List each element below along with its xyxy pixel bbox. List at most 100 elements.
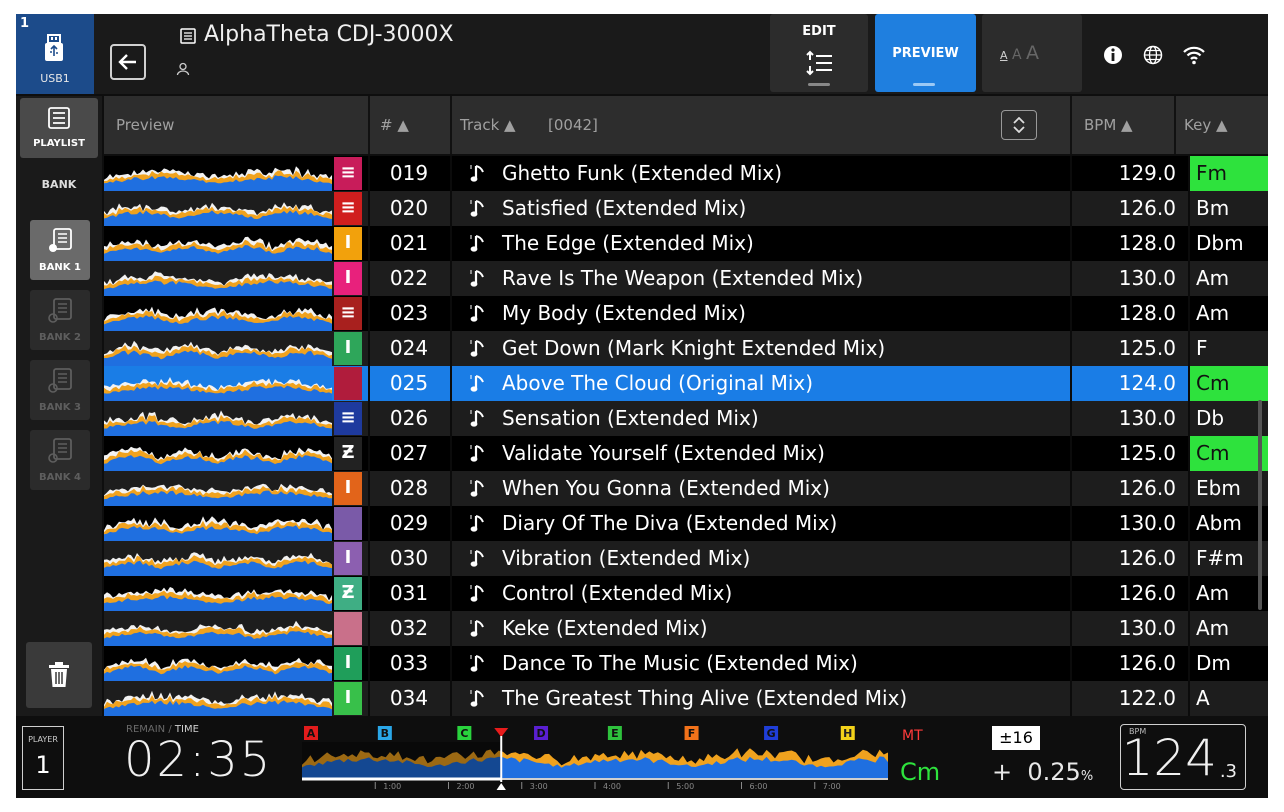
column-divider <box>1070 541 1072 576</box>
column-divider <box>1070 226 1072 261</box>
track-bpm: 122.0 <box>1118 686 1176 710</box>
playlist-button[interactable]: PLAYLIST <box>20 98 98 158</box>
edit-label: EDIT <box>802 24 836 39</box>
column-divider <box>368 331 370 366</box>
time-tick-label: 3:00 <box>530 782 548 790</box>
sort-toggle-button[interactable] <box>1001 110 1037 140</box>
album-artwork: I <box>334 332 362 365</box>
waveform-preview[interactable] <box>104 611 332 646</box>
waveform-graphic <box>104 236 332 261</box>
waveform-preview[interactable] <box>104 401 332 436</box>
bank-2-button[interactable]: BANK 2 <box>30 290 90 350</box>
edit-button[interactable]: EDIT <box>770 14 868 92</box>
column-divider <box>1070 436 1072 471</box>
track-row[interactable]: 029 Diary Of The Diva (Extended Mix) 130.0… <box>104 506 1268 541</box>
tempo-range-badge[interactable]: ±16 <box>992 726 1040 750</box>
track-number: 029 <box>389 511 429 535</box>
waveform-preview[interactable] <box>104 541 332 576</box>
track-overview-waveform[interactable]: 1:00 2:00 3:00 4:00 5:00 6:00 7:00 A B C D E F G H <box>302 724 888 790</box>
preview-indicator <box>913 83 935 86</box>
waveform-preview[interactable] <box>104 436 332 471</box>
waveform-preview[interactable] <box>104 156 332 191</box>
music-note-icon <box>470 410 484 427</box>
master-tempo-label[interactable]: MT <box>902 728 923 744</box>
track-row[interactable]: I 022 Rave Is The Weapon (Extended Mix) 130… <box>104 261 1268 296</box>
track-number: 020 <box>389 196 429 220</box>
wifi-icon[interactable] <box>1182 45 1206 65</box>
column-divider <box>1070 156 1072 191</box>
column-divider <box>450 541 452 576</box>
track-row[interactable]: Ƶ 031 Control (Extended Mix) 126.0 Am <box>104 576 1268 611</box>
time-tick-label: 7:00 <box>823 782 841 790</box>
column-divider <box>1188 156 1190 191</box>
music-note-icon <box>470 480 484 497</box>
music-note-icon <box>470 270 484 287</box>
bank-3-button[interactable]: BANK 3 <box>30 360 90 420</box>
bank-label: BANK 1 <box>39 262 81 273</box>
column-divider <box>1188 506 1190 541</box>
waveform-preview[interactable] <box>104 226 332 261</box>
font-size-icon: A A A <box>1000 42 1040 64</box>
bpm-column-header[interactable]: BPM ▲ <box>1084 96 1133 154</box>
waveform-preview[interactable] <box>104 296 332 331</box>
delete-button[interactable] <box>26 642 92 708</box>
waveform-preview[interactable] <box>104 331 332 366</box>
track-row[interactable]: ≡ 026 Sensation (Extended Mix) 130.0 Db <box>104 401 1268 436</box>
column-divider <box>450 226 452 261</box>
font-size-button[interactable]: A A A <box>982 14 1082 92</box>
track-title: Dance To The Music (Extended Mix) <box>502 651 858 675</box>
bank-1-button[interactable]: BANK 1 <box>30 220 90 280</box>
waveform-preview[interactable] <box>104 261 332 296</box>
waveform-graphic <box>104 202 332 226</box>
column-divider <box>450 436 452 471</box>
column-divider <box>450 471 452 506</box>
track-column-header[interactable]: Track ▲ <box>460 96 516 154</box>
column-divider <box>368 646 370 681</box>
bpm-integer: 124 <box>1121 729 1217 787</box>
back-button[interactable] <box>110 44 146 80</box>
track-bpm: 125.0 <box>1118 441 1176 465</box>
track-title: My Body (Extended Mix) <box>502 301 746 325</box>
waveform-graphic <box>104 340 332 366</box>
preview-button[interactable]: PREVIEW <box>875 14 976 92</box>
track-row[interactable]: I 033 Dance To The Music (Extended Mix) 126… <box>104 646 1268 681</box>
key-column-header[interactable]: Key ▲ <box>1184 96 1228 154</box>
waveform-preview[interactable] <box>104 506 332 541</box>
column-divider <box>368 576 370 611</box>
waveform-graphic <box>104 690 332 716</box>
scrollbar[interactable] <box>1258 400 1262 610</box>
track-row[interactable]: I 021 The Edge (Extended Mix) 128.0 Dbm <box>104 226 1268 261</box>
track-bpm: 130.0 <box>1118 616 1176 640</box>
waveform-preview[interactable] <box>104 681 332 716</box>
waveform-preview[interactable] <box>104 191 332 226</box>
waveform-preview[interactable] <box>104 646 332 681</box>
track-key: Am <box>1196 301 1230 325</box>
track-row[interactable]: I 028 When You Gonna (Extended Mix) 126.0 Eb… <box>104 471 1268 506</box>
info-icon[interactable] <box>1103 45 1123 65</box>
track-row[interactable]: I 034 The Greatest Thing Alive (Extended M… <box>104 681 1268 716</box>
track-row[interactable]: I 030 Vibration (Extended Mix) 126.0 F#m <box>104 541 1268 576</box>
preview-column-header[interactable]: Preview <box>116 96 174 154</box>
waveform-preview[interactable] <box>104 576 332 611</box>
track-row[interactable]: 025 Above The Cloud (Original Mix) 124.0 Cm <box>104 366 1268 401</box>
hot-cue-label: G <box>767 727 776 740</box>
track-title: Above The Cloud (Original Mix) <box>502 371 814 395</box>
waveform-preview[interactable] <box>104 471 332 506</box>
bank-4-button[interactable]: BANK 4 <box>30 430 90 490</box>
column-divider <box>368 261 370 296</box>
top-bar: 1 USB1 AlphaTheta CDJ-3000X EDIT PREVIEW… <box>16 14 1268 94</box>
column-divider <box>1188 681 1190 716</box>
globe-icon[interactable] <box>1143 45 1163 65</box>
usb-source-button[interactable]: 1 USB1 <box>16 14 94 94</box>
track-row[interactable]: 032 Keke (Extended Mix) 130.0 Am <box>104 611 1268 646</box>
track-key: Dbm <box>1196 231 1244 255</box>
track-number: 027 <box>389 441 429 465</box>
number-column-header[interactable]: # ▲ <box>380 96 409 154</box>
track-bpm: 130.0 <box>1118 406 1176 430</box>
waveform-preview[interactable] <box>104 366 332 401</box>
track-row[interactable]: I 024 Get Down (Mark Knight Extended Mix) 1… <box>104 331 1268 366</box>
track-row[interactable]: ≡ 019 Ghetto Funk (Extended Mix) 129.0 Fm <box>104 156 1268 191</box>
track-row[interactable]: Ƶ 027 Validate Yourself (Extended Mix) 125.… <box>104 436 1268 471</box>
track-row[interactable]: ≡ 020 Satisfied (Extended Mix) 126.0 Bm <box>104 191 1268 226</box>
track-row[interactable]: ≡ 023 My Body (Extended Mix) 128.0 Am <box>104 296 1268 331</box>
